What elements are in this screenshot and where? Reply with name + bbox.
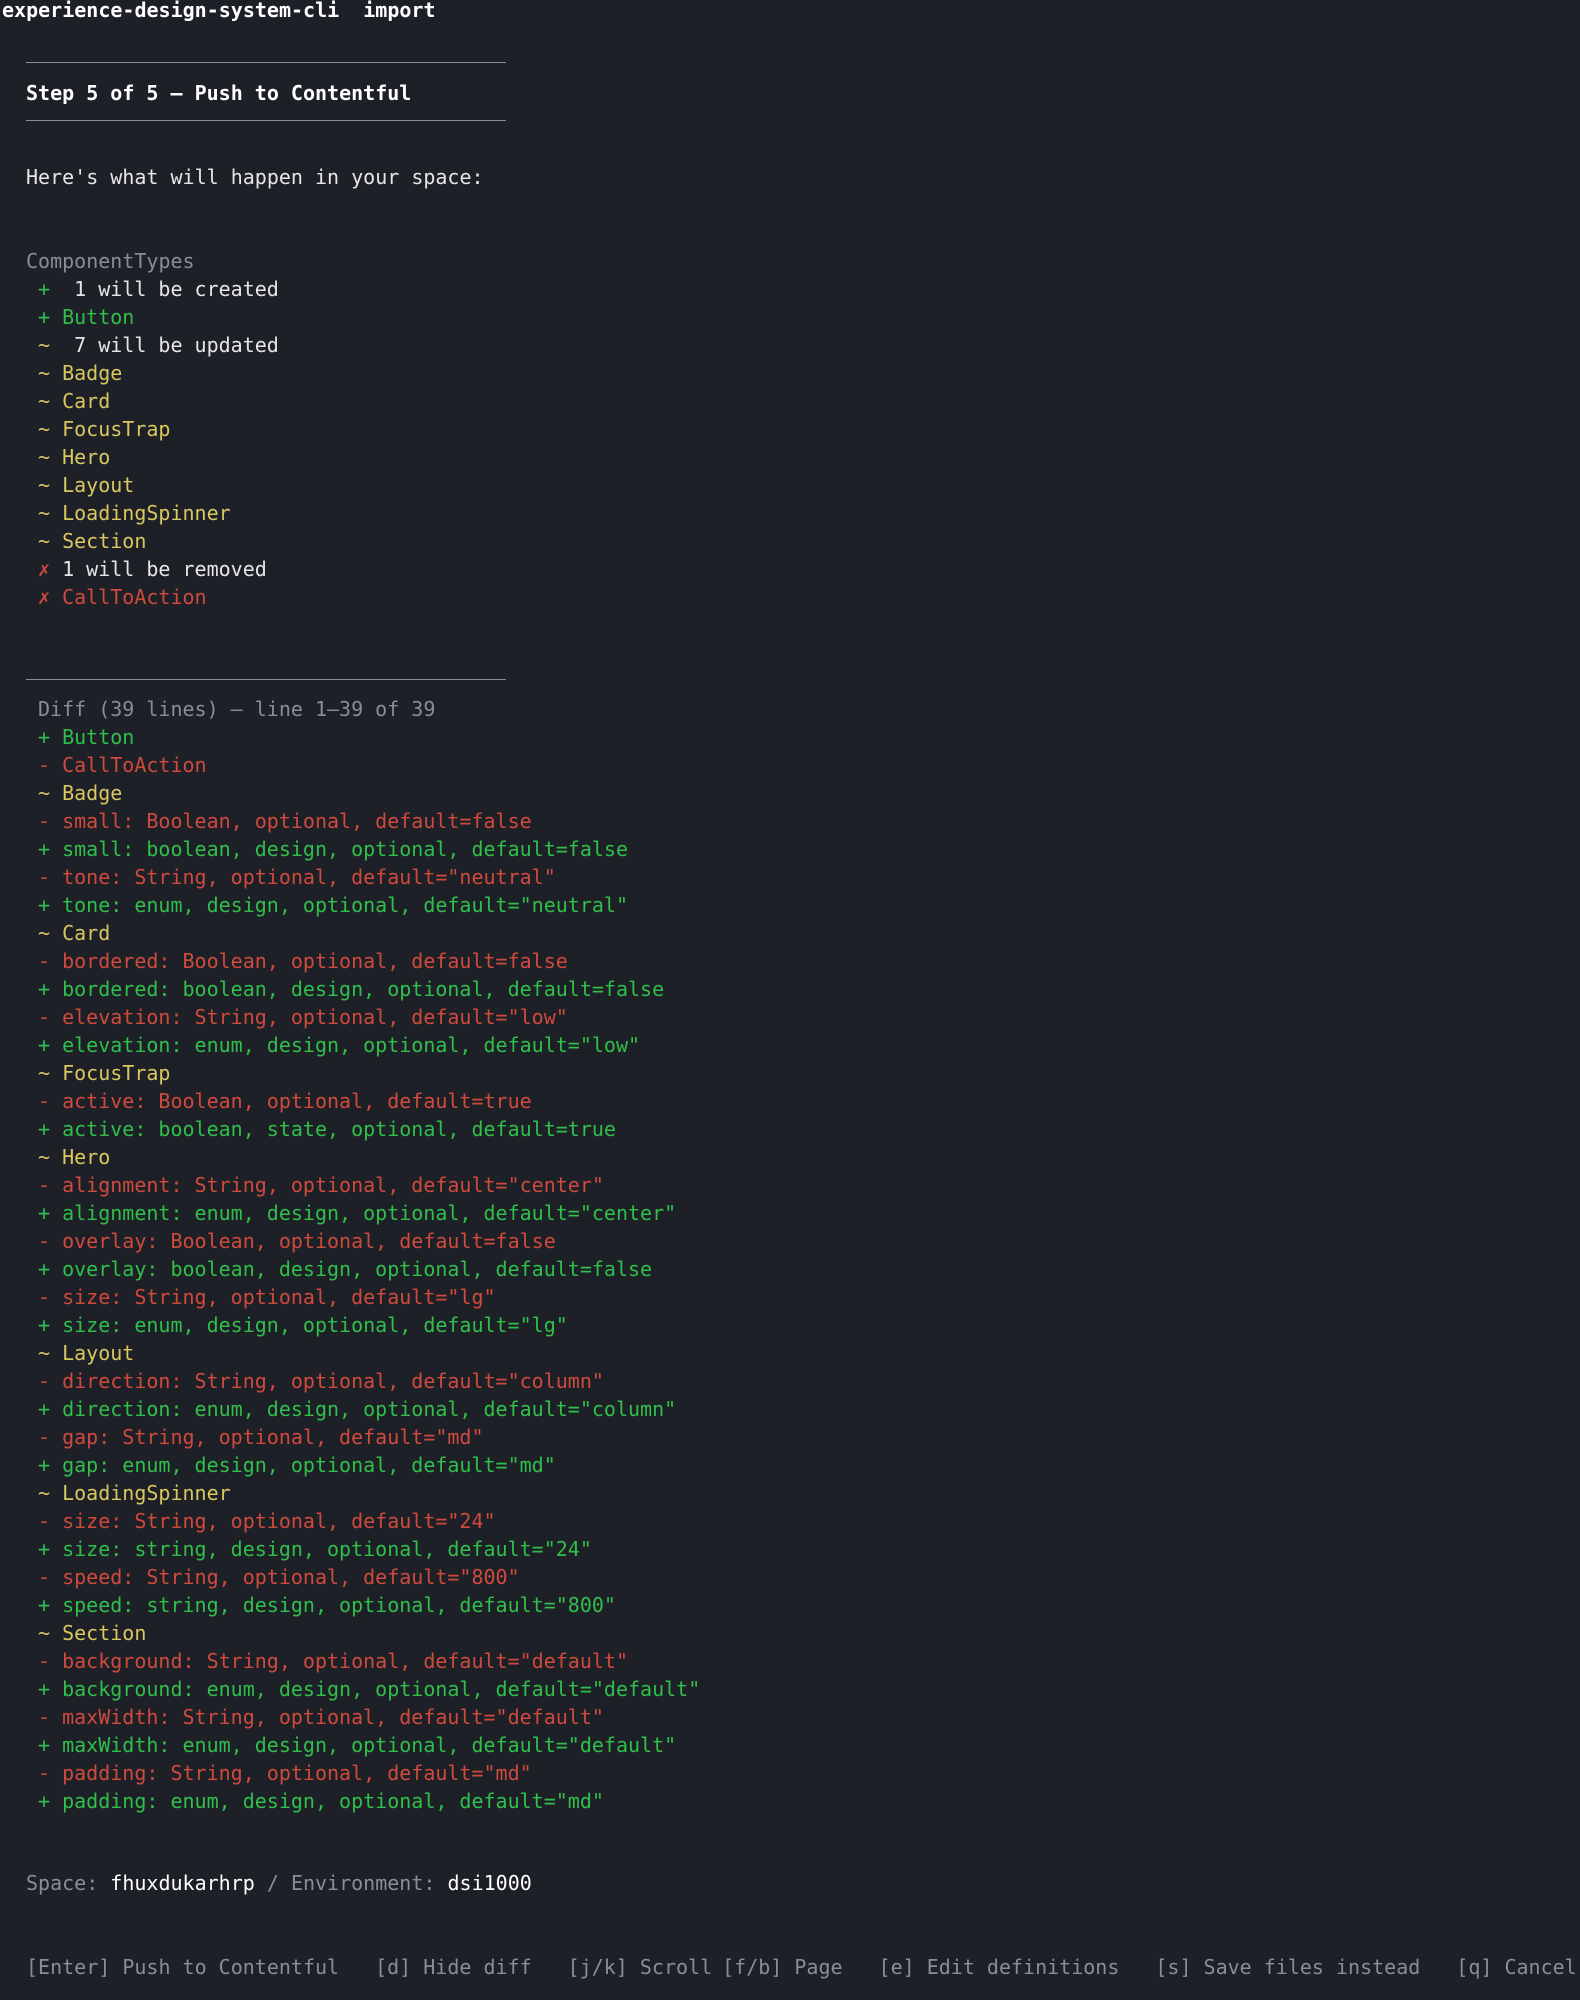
diff-header: Diff (39 lines) — line 1–39 of 39 — [38, 697, 436, 721]
diff-line: + tone: enum, design, optional, default=… — [38, 893, 629, 917]
diff-line: + background: enum, design, optional, de… — [38, 1677, 701, 1701]
diff-line: ~ Section — [38, 1621, 147, 1645]
summary-item: + Button — [38, 303, 134, 331]
diff-line: - active: Boolean, optional, default=tru… — [38, 1089, 532, 1113]
diff-line: ~ Badge — [38, 781, 123, 805]
step-title: Step 5 of 5 — Push to Contentful — [26, 81, 412, 105]
diff-line: - overlay: Boolean, optional, default=fa… — [38, 1229, 556, 1253]
diff-line: + overlay: boolean, design, optional, de… — [38, 1257, 653, 1281]
summary-item: ✗ CallToAction — [38, 583, 207, 611]
keybinding-hint: [s] Save files instead — [1155, 1955, 1421, 1979]
diff-line: - speed: String, optional, default="800" — [38, 1565, 520, 1589]
diff-line: ~ Hero — [38, 1145, 111, 1169]
summary-row-text: 1 will be removed — [62, 557, 267, 581]
terminal-title: experience-design-system-cli import — [2, 0, 436, 24]
summary-row-text: Badge — [62, 361, 123, 385]
keybinding-hint: [Enter] Push to Contentful — [26, 1955, 340, 1979]
diff-line: + Button — [38, 725, 135, 749]
keybinding-hint: [j/k] Scroll — [567, 1955, 713, 1979]
keybinding-bar: [Enter] Push to Contentful [d] Hide diff [… — [26, 1953, 1580, 1981]
diff-line: - size: String, optional, default="24" — [38, 1509, 496, 1533]
change-symbol-icon: ✗ — [38, 585, 51, 609]
summary-row-text: Button — [62, 305, 135, 329]
summary-item: ~ Hero — [38, 443, 110, 471]
summary-row-text: Hero — [62, 445, 111, 469]
change-symbol-icon: ~ — [38, 389, 51, 413]
change-symbol-icon: ✗ — [38, 557, 51, 581]
diff-line: - padding: String, optional, default="md… — [38, 1761, 532, 1785]
diff-line: + speed: string, design, optional, defau… — [38, 1593, 616, 1617]
divider-diff — [26, 679, 506, 680]
diff-line: + active: boolean, state, optional, defa… — [38, 1117, 616, 1141]
diff-line: - size: String, optional, default="lg" — [38, 1285, 496, 1309]
summary-row-text: Section — [62, 529, 147, 553]
summary-item: ~ Section — [38, 527, 146, 555]
change-symbol-icon: ~ — [38, 333, 51, 357]
diff-line: + maxWidth: enum, design, optional, defa… — [38, 1733, 677, 1757]
summary-group-header: ✗ 1 will be removed — [38, 555, 267, 583]
summary-item: ~ FocusTrap — [38, 415, 170, 443]
summary-row-text: CallToAction — [62, 585, 207, 609]
diff-line: - maxWidth: String, optional, default="d… — [38, 1705, 604, 1729]
diff-line: + gap: enum, design, optional, default="… — [38, 1453, 556, 1477]
summary-item: ~ Card — [38, 387, 110, 415]
target-info: Space: fhuxdukarhrp / Environment: dsi10… — [26, 1869, 532, 1897]
diff-line: + direction: enum, design, optional, def… — [38, 1397, 677, 1421]
divider-step-bottom — [26, 120, 506, 121]
keybinding-hint: [q] Cancel — [1456, 1955, 1577, 1979]
change-symbol-icon: ~ — [38, 417, 51, 441]
summary-row-text: LoadingSpinner — [62, 501, 231, 525]
command-name: experience-design-system-cli — [2, 0, 340, 22]
diff-line: - small: Boolean, optional, default=fals… — [38, 809, 532, 833]
summary-row-text: FocusTrap — [62, 417, 171, 441]
separator: / — [266, 1871, 279, 1895]
diff-line: - gap: String, optional, default="md" — [38, 1425, 484, 1449]
diff-line: + elevation: enum, design, optional, def… — [38, 1033, 641, 1057]
summary-row-text: Card — [62, 389, 111, 413]
summary-row-text: 7 will be updated — [74, 333, 279, 357]
diff-line: - bordered: Boolean, optional, default=f… — [38, 949, 568, 973]
keybinding-hint: [f/b] Page — [722, 1955, 843, 1979]
change-symbol-icon: ~ — [38, 529, 51, 553]
summary-item: ~ Badge — [38, 359, 122, 387]
diff-line: - direction: String, optional, default="… — [38, 1369, 604, 1393]
subcommand-name: import — [363, 0, 436, 22]
change-symbol-icon: ~ — [38, 361, 51, 385]
diff-line: ~ LoadingSpinner — [38, 1481, 231, 1505]
summary-row-text: Layout — [62, 473, 135, 497]
diff-line: ~ FocusTrap — [38, 1061, 171, 1085]
change-symbol-icon: + — [38, 277, 51, 301]
diff-line: ~ Card — [38, 921, 111, 945]
divider-top — [26, 62, 506, 63]
diff-line: - background: String, optional, default=… — [38, 1649, 629, 1673]
space-value: fhuxdukarhrp — [110, 1871, 255, 1895]
change-symbol-icon: ~ — [38, 501, 51, 525]
diff-line: - CallToAction — [38, 753, 207, 777]
environment-value: dsi1000 — [447, 1871, 532, 1895]
space-label: Space: — [26, 1871, 99, 1895]
environment-label: Environment: — [290, 1871, 436, 1895]
diff-line: + alignment: enum, design, optional, def… — [38, 1201, 677, 1225]
diff-line: - tone: String, optional, default="neutr… — [38, 865, 556, 889]
keybinding-hint: [e] Edit definitions — [878, 1955, 1120, 1979]
summary-item: ~ LoadingSpinner — [38, 499, 231, 527]
diff-line: + size: string, design, optional, defaul… — [38, 1537, 592, 1561]
change-symbol-icon: ~ — [38, 445, 51, 469]
diff-line: - alignment: String, optional, default="… — [38, 1173, 604, 1197]
diff-line: ~ Layout — [38, 1341, 135, 1365]
change-symbol-icon: + — [38, 305, 51, 329]
summary-group-header: + 1 will be created — [38, 275, 279, 303]
summary-item: ~ Layout — [38, 471, 134, 499]
diff-line: + bordered: boolean, design, optional, d… — [38, 977, 665, 1001]
diff-line: + padding: enum, design, optional, defau… — [38, 1789, 604, 1813]
summary-row-text: 1 will be created — [74, 277, 279, 301]
diff-line: + size: enum, design, optional, default=… — [38, 1313, 568, 1337]
diff-line: - elevation: String, optional, default="… — [38, 1005, 568, 1029]
intro-text: Here's what will happen in your space: — [26, 165, 484, 189]
summary-section-title: ComponentTypes — [26, 249, 195, 273]
diff-line: + small: boolean, design, optional, defa… — [38, 837, 629, 861]
keybinding-hint: [d] Hide diff — [375, 1955, 532, 1979]
change-symbol-icon: ~ — [38, 473, 51, 497]
summary-group-header: ~ 7 will be updated — [38, 331, 279, 359]
